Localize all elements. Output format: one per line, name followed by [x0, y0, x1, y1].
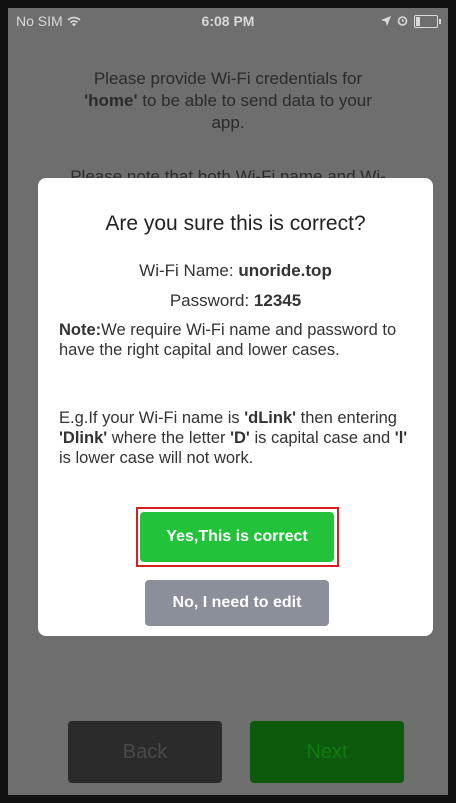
example-part-1: E.g.If your Wi-Fi name is	[59, 409, 245, 427]
status-right	[381, 13, 441, 29]
wifi-name-label: Wi-Fi Name:	[139, 261, 239, 280]
instruction-line-2: 'home' to be able to send data to your	[48, 90, 408, 112]
dialog-title: Are you sure this is correct?	[105, 212, 366, 235]
back-button[interactable]: Back	[68, 721, 222, 783]
wifi-name-line: Wi-Fi Name: unoride.top	[38, 261, 433, 281]
background-instructions: Please provide Wi-Fi credentials for 'ho…	[48, 68, 408, 134]
example-text: E.g.If your Wi-Fi name is 'dLink' then e…	[59, 408, 414, 468]
example-name: 'dLink'	[244, 409, 297, 427]
example-letter-l: 'l'	[394, 429, 408, 447]
next-button[interactable]: Next	[250, 721, 404, 783]
example-part-2: then entering	[296, 409, 397, 427]
example-part-3: where the letter	[107, 429, 231, 447]
note-label: Note:	[59, 321, 102, 339]
confirm-button[interactable]: Yes,This is correct	[140, 512, 334, 562]
example-part-4: is capital case and	[249, 429, 395, 447]
wifi-name-value: unoride.top	[238, 261, 332, 280]
password-line: Password: 12345	[38, 291, 433, 311]
status-bar: No SIM 6:08 PM	[8, 8, 448, 34]
app-screen: No SIM 6:08 PM Please provide Wi-Fi cred…	[8, 8, 448, 795]
alarm-icon	[397, 13, 408, 29]
example-letter-d: 'D'	[230, 429, 250, 447]
password-value: 12345	[253, 291, 302, 310]
example-wrong: 'Dlink'	[59, 429, 108, 447]
network-name: 'home'	[84, 91, 138, 110]
example-part-5: is lower case will not work.	[59, 449, 254, 467]
instruction-line-3: app.	[211, 113, 245, 132]
confirm-dialog: Are you sure this is correct? Wi-Fi Name…	[38, 178, 433, 636]
battery-icon	[414, 14, 441, 28]
instruction-line-1: Please provide Wi-Fi credentials for	[93, 69, 363, 88]
note-text: Note:We require Wi-Fi name and password …	[59, 320, 414, 360]
location-arrow-icon	[381, 13, 391, 29]
note-body: We require Wi-Fi name and password to ha…	[59, 321, 397, 359]
password-label: Password:	[169, 291, 254, 310]
edit-button[interactable]: No, I need to edit	[145, 580, 329, 626]
instruction-line-2-rest: to be able to send data to your	[137, 91, 372, 110]
